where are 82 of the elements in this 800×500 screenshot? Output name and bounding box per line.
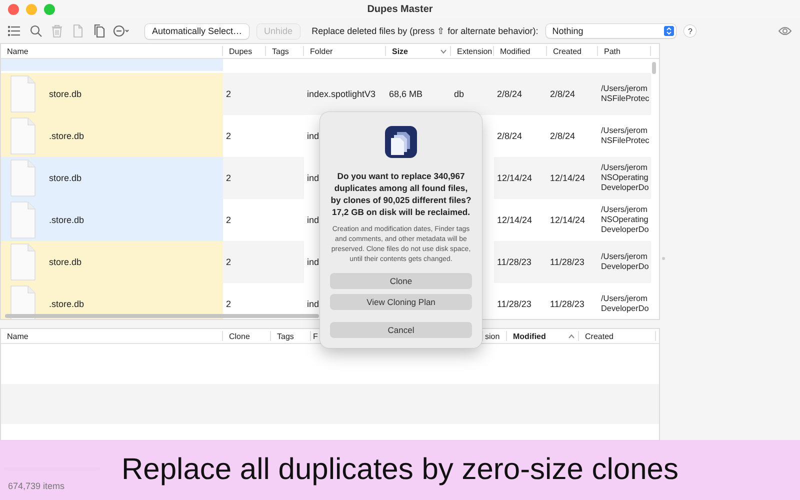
- file-icon: [9, 243, 37, 281]
- replace-label: Replace deleted files by (press ⇧ for alternate behavior):: [312, 26, 538, 36]
- file-icon: [9, 75, 37, 113]
- copy-icon[interactable]: [92, 24, 106, 38]
- zoom-button[interactable]: [44, 4, 55, 15]
- dialog-button[interactable]: Clone: [330, 273, 472, 289]
- file-name: store.db: [49, 89, 82, 99]
- file-name: .store.db: [49, 215, 84, 225]
- table-cell: 2/8/24: [547, 73, 598, 115]
- table-cell: ind: [307, 299, 320, 309]
- table-cell: 2: [226, 299, 232, 309]
- column-header[interactable]: Name: [1, 46, 223, 56]
- column-header[interactable]: Created: [547, 46, 598, 56]
- banner-caption: Replace all duplicates by zero-size clones: [122, 453, 678, 487]
- scroll-thumb[interactable]: [5, 314, 319, 318]
- column-header[interactable]: Path: [598, 46, 651, 56]
- minimize-button[interactable]: [26, 4, 37, 15]
- column-header[interactable]: Folder: [304, 46, 386, 56]
- search-icon[interactable]: [29, 24, 43, 38]
- path-cell: /Users/jerom NSOperating DeveloperDo: [598, 157, 651, 199]
- path-cell-text: /Users/jerom DeveloperDo: [600, 293, 650, 315]
- scroll-thumb[interactable]: [652, 62, 656, 74]
- column-header[interactable]: Dupes: [223, 46, 266, 56]
- path-cell-text: /Users/jerom NSOperating DeveloperDo: [600, 204, 650, 236]
- path-cell: /Users/jerom NSFileProtec: [598, 73, 651, 115]
- file-name: store.db: [49, 173, 82, 183]
- table-cell: 2: [223, 241, 266, 283]
- table-cell: 11/28/23: [494, 241, 547, 283]
- column-header[interactable]: Tags: [266, 46, 304, 56]
- column-header[interactable]: Modified: [494, 46, 547, 56]
- table-cell: 12/14/24: [494, 157, 547, 199]
- table-cell: db: [451, 73, 494, 115]
- table-cell: 2: [226, 131, 232, 141]
- file-name: store.db: [49, 257, 82, 267]
- table-cell: 12/14/24: [547, 157, 598, 199]
- table-cell: ind: [307, 215, 320, 225]
- minus-circle-icon[interactable]: [113, 24, 130, 38]
- dialog-button[interactable]: View Cloning Plan: [330, 294, 472, 310]
- table-cell: 2: [223, 73, 266, 115]
- sort-descending-icon: [440, 48, 447, 54]
- path-cell: /Users/jerom DeveloperDo: [598, 241, 651, 283]
- column-header[interactable]: Extension: [451, 46, 494, 56]
- window-title: Dupes Master: [367, 4, 433, 15]
- file-icon: [9, 201, 37, 239]
- item-count: 674,739 items: [8, 481, 65, 491]
- table-cell: 12/14/24: [550, 215, 586, 225]
- app-icon: [385, 126, 417, 158]
- table-cell: 2/8/24: [494, 73, 547, 115]
- column-header[interactable]: Size: [386, 46, 451, 56]
- sort-ascending-icon: [568, 334, 575, 338]
- table-cell: ind: [307, 257, 320, 267]
- table-cell: ind: [307, 173, 320, 183]
- list-icon[interactable]: [8, 24, 22, 38]
- table-cell: 12/14/24: [497, 215, 532, 225]
- stepper-icon: [664, 26, 674, 36]
- table-cell: ind: [307, 131, 320, 141]
- column-header[interactable]: Tags: [271, 331, 311, 341]
- file-name: .store.db: [49, 299, 84, 309]
- table-cell: 2/8/24: [497, 131, 522, 141]
- table-cell: 11/28/23: [497, 299, 532, 309]
- column-header[interactable]: Modified: [507, 331, 579, 341]
- eye-icon[interactable]: [778, 26, 792, 36]
- column-header[interactable]: Clone: [223, 331, 271, 341]
- column-header[interactable]: Name: [1, 331, 223, 341]
- split-handle[interactable]: [662, 257, 665, 260]
- file-icon: [9, 159, 37, 197]
- table-cell: 11/28/23: [550, 299, 584, 309]
- dialog-button[interactable]: Cancel: [330, 322, 472, 338]
- table-cell: 2: [223, 157, 266, 199]
- table-cell: 2/8/24: [550, 131, 576, 141]
- column-header[interactable]: Created: [579, 331, 656, 341]
- close-button[interactable]: [8, 4, 19, 15]
- table-cell: 2: [226, 215, 232, 225]
- auto-select-button[interactable]: Automatically Select…: [145, 24, 250, 38]
- replace-popup[interactable]: Nothing: [546, 24, 676, 38]
- path-cell-text: /Users/jerom NSFileProtec: [600, 125, 650, 147]
- file-name: .store.db: [49, 131, 84, 141]
- help-button[interactable]: ?: [684, 25, 696, 37]
- table-cell: 11/28/23: [547, 241, 598, 283]
- file-icon: [9, 117, 37, 155]
- table-cell: index.spotlightV3: [304, 73, 386, 115]
- dialog-title: Do you want to replace 340,967 duplicates among all found files, by clones of 90,025 different files? 17,2 GB on disk will be reclaimed.: [330, 170, 472, 218]
